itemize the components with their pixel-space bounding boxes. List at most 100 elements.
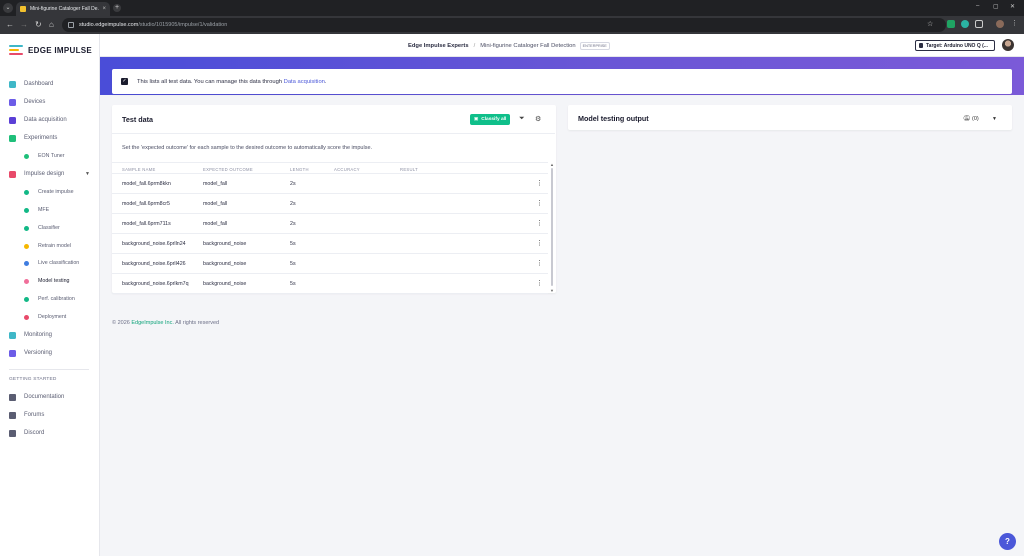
sidebar-item-retrain-model[interactable]: Retrain model xyxy=(0,239,100,253)
info-suffix: . xyxy=(324,78,327,85)
scrollbar-thumb[interactable] xyxy=(551,168,553,286)
docs-icon xyxy=(9,393,16,401)
column-header[interactable]: EXPECTED OUTCOME xyxy=(203,167,253,172)
row-menu-icon[interactable]: ⋮ xyxy=(536,279,543,287)
table-row[interactable]: model_fall.6prm711s model_fall 2s ⋮ xyxy=(112,214,548,234)
target-device-button[interactable]: Target: Arduino UNO Q (... xyxy=(915,40,995,51)
table-row[interactable]: background_noise.6prlln24 background_nois… xyxy=(112,234,548,254)
sidebar-item-devices[interactable]: Devices xyxy=(0,95,100,109)
sidebar-item-discord[interactable]: Discord xyxy=(0,426,100,440)
company-link[interactable]: EdgeImpulse Inc. xyxy=(131,320,174,326)
sidebar-item-mfe[interactable]: MFE xyxy=(0,203,100,217)
sidebar-item-model-testing[interactable]: Model testing xyxy=(0,274,100,288)
sidebar-item-forums[interactable]: Forums xyxy=(0,408,100,422)
breadcrumb-separator: / xyxy=(473,43,476,49)
profile-avatar-icon[interactable] xyxy=(996,20,1004,28)
notification-off-icon[interactable]: 🔕︎ xyxy=(963,115,971,122)
extension-chat-icon[interactable] xyxy=(961,20,969,28)
sidebar-item-label: Classifier xyxy=(38,225,60,231)
filter-icon[interactable]: ⏷ xyxy=(519,115,525,123)
dot-icon xyxy=(24,207,29,213)
url-bar[interactable]: studio.edgeimpulse.com/studio/1015905/im… xyxy=(62,18,946,32)
extensions-puzzle-icon[interactable] xyxy=(975,20,983,28)
table-row[interactable]: background_noise.6prll426 background_nois… xyxy=(112,254,548,274)
grid-icon xyxy=(9,134,16,142)
settings-gear-icon[interactable]: ⚙ xyxy=(535,115,541,123)
sidebar-item-label: Documentation xyxy=(24,394,65,400)
sidebar-item-label: Retrain model xyxy=(38,243,71,249)
sample-name: model_fall.6prm8kkn xyxy=(122,181,171,187)
site-info-icon[interactable] xyxy=(68,22,74,28)
table-header: SAMPLE NAME EXPECTED OUTCOME LENGTH ACCU… xyxy=(112,162,548,174)
tab-close-icon[interactable]: × xyxy=(102,6,106,12)
classify-all-button[interactable]: ▣ Classify all xyxy=(470,114,510,125)
back-icon[interactable]: ← xyxy=(6,20,14,30)
sidebar-item-perf-calibration[interactable]: Perf. calibration xyxy=(0,292,100,306)
chevron-down-icon[interactable]: ▼ xyxy=(85,171,90,177)
scroll-down-icon[interactable]: ▼ xyxy=(550,288,554,293)
home-icon[interactable]: ⌂ xyxy=(49,20,54,30)
output-title: Model testing output xyxy=(578,114,649,123)
expected-outcome: background_noise xyxy=(203,281,247,287)
table-scrollbar[interactable]: ▲ ▼ xyxy=(550,162,554,293)
sidebar-item-dashboard[interactable]: Dashboard xyxy=(0,77,100,91)
column-header[interactable]: LENGTH xyxy=(290,167,309,172)
window-close-icon[interactable]: ✕ xyxy=(1010,3,1015,10)
reload-icon[interactable]: ↻ xyxy=(35,20,42,30)
deploy-icon xyxy=(24,314,29,320)
breadcrumb-org[interactable]: Edge Impulse Experts xyxy=(408,43,469,49)
sidebar-item-label: Devices xyxy=(24,99,46,105)
sidebar-item-label: Dashboard xyxy=(24,81,54,87)
sidebar-item-create-impulse[interactable]: Create impulse xyxy=(0,185,100,199)
sidebar-item-experiments[interactable]: Experiments xyxy=(0,131,100,145)
row-menu-icon[interactable]: ⋮ xyxy=(536,239,543,247)
sidebar-item-versioning[interactable]: Versioning xyxy=(0,346,100,360)
row-menu-icon[interactable]: ⋮ xyxy=(536,259,543,267)
rights: All rights reserved xyxy=(175,320,220,326)
data-acquisition-link[interactable]: Data acquisition xyxy=(284,79,325,85)
table-row[interactable]: background_noise.6prlkm7q background_nois… xyxy=(112,274,548,294)
forums-icon xyxy=(9,411,16,419)
sidebar-item-data-acquisition[interactable]: Data acquisition xyxy=(0,113,100,127)
cpu-icon xyxy=(9,98,16,106)
expected-outcome: background_noise xyxy=(203,261,247,267)
sidebar-item-eon-tuner[interactable]: EON Tuner xyxy=(0,149,100,163)
sidebar-item-impulse-design[interactable]: Impulse design ▼ xyxy=(0,167,100,181)
test-data-card: Test data ▣ Classify all ⏷ ⚙ Set the 'ex… xyxy=(112,105,556,294)
sidebar-item-monitoring[interactable]: Monitoring xyxy=(0,328,100,342)
scroll-up-icon[interactable]: ▲ xyxy=(550,162,554,167)
user-avatar[interactable] xyxy=(1002,39,1014,51)
extension-shield-icon[interactable] xyxy=(947,20,955,28)
favicon-icon xyxy=(20,6,26,12)
table-row[interactable]: model_fall.6prm8cr5 model_fall 2s ⋮ xyxy=(112,194,548,214)
sidebar-item-label: Perf. calibration xyxy=(38,296,75,302)
expand-chevron-icon[interactable]: ▼ xyxy=(992,116,997,122)
sidebar-item-label: Discord xyxy=(24,430,45,436)
column-header[interactable]: SAMPLE NAME xyxy=(122,167,156,172)
column-header[interactable]: RESULT xyxy=(400,167,418,172)
minimize-icon[interactable]: – xyxy=(976,3,979,9)
maximize-icon[interactable]: ▢ xyxy=(993,3,999,10)
retrain-icon xyxy=(24,243,29,249)
chip-icon xyxy=(919,43,923,48)
logo-icon xyxy=(9,45,23,55)
sidebar-item-classifier[interactable]: Classifier xyxy=(0,221,100,235)
new-tab-icon[interactable]: + xyxy=(113,4,121,12)
logo[interactable]: EDGE IMPULSE xyxy=(9,45,92,55)
bookmark-star-icon[interactable]: ☆ xyxy=(927,20,933,30)
breadcrumb-project[interactable]: Mini-figurine Cataloger Fall Detection xyxy=(480,43,575,49)
row-menu-icon[interactable]: ⋮ xyxy=(536,179,543,187)
table-row[interactable]: model_fall.6prm8kkn model_fall 2s ⋮ xyxy=(112,174,548,194)
notification-count: (0) xyxy=(972,116,979,122)
row-menu-icon[interactable]: ⋮ xyxy=(536,219,543,227)
tab-search-icon[interactable]: ⌄ xyxy=(3,3,13,13)
row-menu-icon[interactable]: ⋮ xyxy=(536,199,543,207)
help-button[interactable]: ? xyxy=(999,533,1016,550)
column-header[interactable]: ACCURACY xyxy=(334,167,360,172)
sidebar-item-live-classification[interactable]: Live classification xyxy=(0,256,100,270)
browser-tab[interactable]: Mini-figurine Cataloger Fall De... × xyxy=(16,2,110,16)
sidebar-item-deployment[interactable]: Deployment xyxy=(0,310,100,324)
forward-icon[interactable]: → xyxy=(20,20,28,30)
sidebar-item-documentation[interactable]: Documentation xyxy=(0,390,100,404)
browser-menu-icon[interactable]: ⋮ xyxy=(1011,20,1018,28)
